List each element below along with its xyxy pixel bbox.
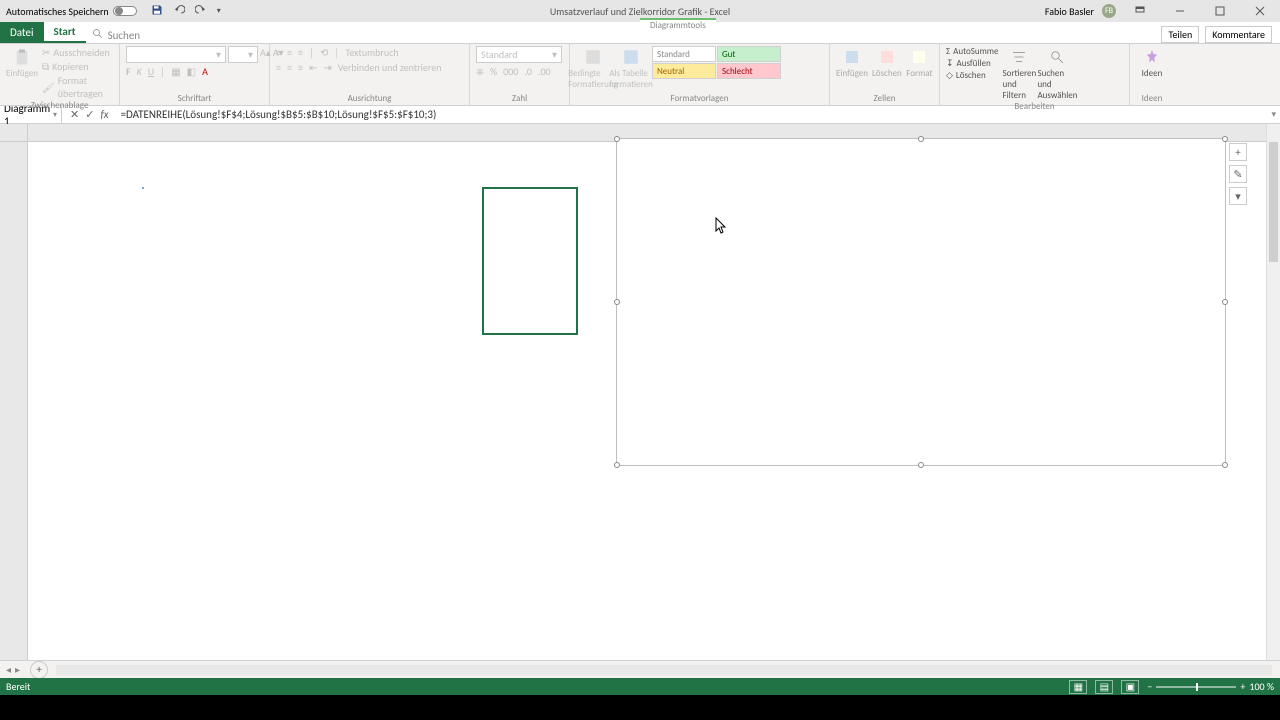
vertical-scrollbar[interactable] [1266,124,1280,660]
format-painter-button[interactable]: 🖌 Format übertragen [42,74,113,100]
wrap-text-button[interactable]: Textumbruch [345,46,398,59]
avatar[interactable]: FB [1102,4,1116,18]
zoom-in-icon[interactable]: + [1240,680,1245,693]
user-name: Fabio Basler [1045,5,1094,18]
group-ideas-label: Ideen [1136,93,1168,105]
cells-format-button[interactable]: Format [906,46,933,79]
fill-button[interactable]: ↧ Ausfüllen [946,58,998,69]
cells-insert-button[interactable]: Einfügen [836,46,868,79]
align-top-icon[interactable]: ≡ [276,46,281,59]
zoom-slider[interactable] [1156,686,1236,688]
copy-button[interactable]: ⧉ Kopieren [42,60,113,73]
view-break-icon[interactable]: ▣ [1121,680,1139,694]
group-clipboard-label: Zwischenablage [6,100,113,112]
bold-button[interactable]: F [126,65,131,78]
selection-outline [482,187,578,335]
conditional-format-button[interactable]: Bedingte Formatierung [576,46,610,90]
group-number-label: Zahl [476,93,563,105]
tab-start[interactable]: Start [44,22,86,43]
percent-icon[interactable]: % [490,65,497,78]
font-size-select[interactable]: ▾ [228,46,258,63]
align-left-icon[interactable]: ≡ [276,61,281,74]
paste-button[interactable]: Einfügen [6,46,38,79]
clear-button[interactable]: ◇ Löschen [946,70,998,81]
indent-dec-icon[interactable]: ⇤ [309,61,317,74]
font-name-select[interactable]: ▾ [126,46,226,63]
chart-object[interactable]: + ✎ ▾ [616,138,1226,466]
close-icon[interactable] [1244,0,1276,22]
number-format-select[interactable]: Standard▾ [476,46,562,63]
tab-file[interactable]: Datei [0,21,44,43]
comma-icon[interactable]: 000 [503,65,518,78]
sort-filter-button[interactable]: Sortieren und Filtern [1002,46,1036,101]
document-title: Umsatzverlauf und Zielkorridor Grafik - … [550,5,730,18]
font-color-icon[interactable]: A [202,65,208,78]
inc-dec-icon[interactable]: .0 [524,65,532,78]
ribbon-options-icon[interactable] [1124,0,1156,22]
qat-more-icon[interactable]: ▾ [217,6,221,16]
align-center-icon[interactable]: ≡ [287,61,292,74]
merge-button[interactable]: Verbinden und zentrieren [338,61,442,74]
undo-icon[interactable] [173,4,185,19]
group-cells-label: Zellen [836,93,933,105]
align-right-icon[interactable]: ≡ [298,61,303,74]
save-icon[interactable] [151,4,163,19]
chart-styles-icon[interactable]: ✎ [1229,165,1247,183]
context-tab-label: Diagrammtools [640,18,716,31]
group-styles-label: Formatvorlagen [576,93,823,105]
group-editing-label: Bearbeiten [946,101,1123,113]
cells-delete-button[interactable]: Löschen [872,46,902,79]
zoom-out-icon[interactable]: − [1147,680,1152,693]
status-ready: Bereit [6,680,30,693]
ideas-button[interactable]: Ideen [1136,46,1168,79]
underline-button[interactable]: U [148,65,154,78]
italic-button[interactable]: K [137,65,142,78]
chart-elements-icon[interactable]: + [1229,143,1247,161]
style-standard[interactable]: Standard [652,46,716,62]
maximize-icon[interactable] [1204,0,1236,22]
sheet-nav-prev-icon[interactable]: ◂ [6,663,11,676]
style-gut[interactable]: Gut [717,46,781,62]
cut-button[interactable]: ✂ Ausschneiden [42,46,113,59]
autosum-button[interactable]: Σ AutoSumme [946,46,998,57]
search-icon[interactable] [92,28,104,43]
zoom-value[interactable]: 100 % [1249,680,1274,693]
border-icon[interactable]: ▦ [171,65,180,78]
data-table[interactable] [142,187,144,189]
share-button[interactable]: Teilen [1161,26,1199,43]
chart-filter-icon[interactable]: ▾ [1229,187,1247,205]
add-sheet-button[interactable]: + [30,661,48,679]
currency-icon[interactable]: ⎈ [476,65,484,78]
indent-inc-icon[interactable]: ⇥ [323,61,331,74]
sheet-nav-next-icon[interactable]: ▸ [15,663,20,676]
align-bot-icon[interactable]: ≡ [298,46,303,59]
orientation-icon[interactable]: ⟲ [320,46,328,59]
find-select-button[interactable]: Suchen und Auswählen [1040,46,1074,101]
align-mid-icon[interactable]: ≡ [287,46,292,59]
group-font-label: Schriftart [126,93,263,105]
view-layout-icon[interactable]: ▤ [1095,680,1113,694]
dec-dec-icon[interactable]: .00 [538,65,551,78]
view-normal-icon[interactable]: ▦ [1069,680,1087,694]
comments-button[interactable]: Kommentare [1205,26,1272,43]
autosave-label: Automatisches Speichern [6,5,109,18]
fill-color-icon[interactable]: ◧ [187,65,196,78]
format-as-table-button[interactable]: Als Tabelle formatieren [614,46,648,90]
style-schlecht[interactable]: Schlecht [717,63,781,79]
autosave-toggle[interactable] [113,6,137,16]
group-align-label: Ausrichtung [276,93,463,105]
horizontal-scrollbar[interactable] [56,665,1272,675]
style-neutral[interactable]: Neutral [652,63,716,79]
expand-formula-icon[interactable]: ▾ [1267,109,1280,120]
select-all-corner[interactable] [0,124,27,142]
minimize-icon[interactable] [1164,0,1196,22]
search-placeholder[interactable]: Suchen [108,29,141,42]
redo-icon[interactable] [195,4,207,19]
